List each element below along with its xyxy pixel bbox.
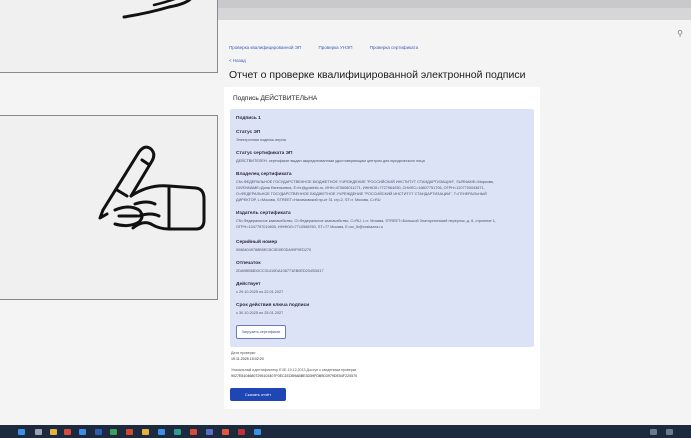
- owner-line: ДИРЕКТОР, L=Москва, STREET=Нахимовский п…: [236, 198, 381, 202]
- app-icon[interactable]: [142, 429, 149, 435]
- app-icon[interactable]: [95, 429, 102, 435]
- nav-link-qes[interactable]: Проверка квалифицированной ЭП: [229, 45, 301, 50]
- signature-label: Подпись 1: [236, 116, 261, 121]
- check-id-label: Уникальный идентификатор ЕЧЕ-19.12.2013 …: [231, 368, 357, 372]
- thumbprint-value: 2DA9B058D0CC31410DA108771EB0ED204SD617: [236, 269, 324, 273]
- thumbprint-label: Отпечаток: [236, 261, 261, 266]
- file-explorer-icon[interactable]: [50, 429, 57, 435]
- cert-status-value: ДЕЙСТВИТЕЛЕН, сертификат выдан аккредито…: [236, 159, 425, 163]
- valid-label: Действует: [236, 282, 261, 287]
- check-id-value: 9027E81046807295103407F0EC1EDB9ABBE3D59F…: [231, 374, 358, 378]
- issuer-label: Издатель сертификата: [236, 211, 291, 216]
- download-certificate-button[interactable]: Загрузить сертификат: [236, 325, 286, 339]
- top-nav: Проверка квалифицированной ЭП Проверка У…: [229, 45, 434, 50]
- app-icon[interactable]: [158, 429, 165, 435]
- owner-label: Владелец сертификата: [236, 172, 292, 177]
- search-taskbar-icon[interactable]: [35, 429, 42, 435]
- app-icon[interactable]: [190, 429, 197, 435]
- ep-status-label: Статус ЭП: [236, 130, 261, 135]
- owner-line: GIVENNAME=Дина Евгеньевна, E=hr@gostinfo…: [236, 186, 485, 190]
- download-report-button[interactable]: Скачать отчёт: [230, 388, 286, 401]
- check-date-value: 19.11.2025 15:02:20: [231, 357, 264, 361]
- cert-status-label: Статус сертификата ЭП: [236, 151, 293, 156]
- serial-label: Серийный номер: [236, 240, 278, 245]
- nav-link-unep[interactable]: Проверка УНЭП: [318, 45, 352, 50]
- ep-status-value: Электронная подпись верна: [236, 138, 286, 142]
- app-icon[interactable]: [254, 429, 261, 435]
- signing-hand-icon: [98, 145, 206, 231]
- tray-icon[interactable]: [650, 429, 657, 435]
- check-date-label: Дата проверки: [231, 351, 256, 355]
- owner-line: O=ФЕДЕРАЛЬНОЕ ГОСУДАРСТВЕННОЕ БЮДЖЕТНОЕ …: [236, 192, 487, 196]
- signing-overlay-panel: [0, 115, 218, 300]
- signature-panel: Подпись 1 Статус ЭП Электронная подпись …: [230, 109, 534, 347]
- app-icon[interactable]: [64, 429, 71, 435]
- taskbar: [0, 425, 691, 438]
- report-card: Подпись ДЕЙСТВИТЕЛЬНА Подпись 1 Статус Э…: [224, 87, 540, 409]
- issuer-line: CN=Федеральное казначейство, O=Федеральн…: [236, 219, 496, 223]
- owner-line: CN=ФЕДЕРАЛЬНОЕ ГОСУДАРСТВЕННОЕ БЮДЖЕТНОЕ…: [236, 180, 494, 184]
- page-title: Отчет о проверке квалифицированной элект…: [229, 69, 526, 81]
- tray-icon[interactable]: [666, 429, 673, 435]
- app-icon[interactable]: [222, 429, 229, 435]
- app-icon[interactable]: [206, 429, 213, 435]
- key-valid-value: с 30.10.2025 по 25.01.2027: [236, 311, 284, 315]
- back-link[interactable]: < Назад: [229, 58, 246, 63]
- app-icon[interactable]: [238, 429, 245, 435]
- valid-value: с 29.10.2025 по 22.01.2027: [236, 290, 284, 294]
- signature-overlay-panel: [0, 0, 218, 73]
- hand-icon: [122, 0, 192, 19]
- signature-verdict: Подпись ДЕЙСТВИТЕЛЬНА: [233, 95, 318, 102]
- screen: ⚲ Проверка квалифицированной ЭП Проверка…: [0, 0, 691, 425]
- serial-value: 00884049788B0EC8C5D0E0DA99F9ED270: [236, 248, 312, 252]
- nav-link-certificate[interactable]: Проверка сертификата: [370, 45, 418, 50]
- start-icon[interactable]: [18, 429, 25, 435]
- app-icon[interactable]: [110, 429, 117, 435]
- app-icon[interactable]: [79, 429, 86, 435]
- app-icon[interactable]: [126, 429, 133, 435]
- search-icon[interactable]: ⚲: [677, 29, 683, 38]
- issuer-line: ОГРН=1047797019830, ИННЮЛ=7710568760, ST…: [236, 225, 383, 229]
- key-valid-label: Срок действия ключа подписи: [236, 303, 310, 308]
- app-icon[interactable]: [174, 429, 181, 435]
